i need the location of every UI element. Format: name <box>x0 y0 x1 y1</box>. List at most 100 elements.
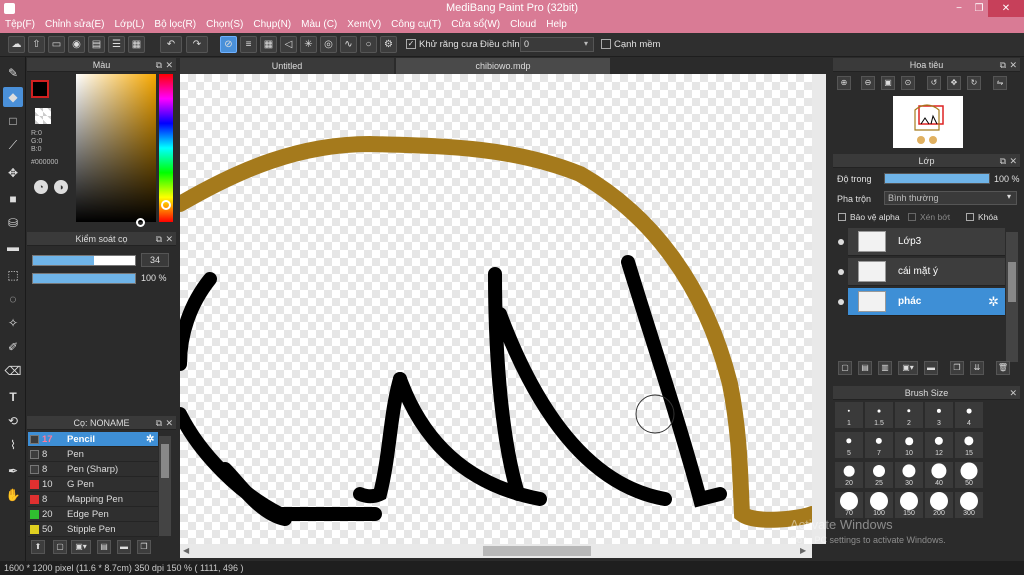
brush-size-cell[interactable]: 200 <box>925 492 953 518</box>
close-button[interactable]: ✕ <box>988 0 1024 17</box>
brush-size-slider[interactable] <box>32 255 136 266</box>
pen-tool-icon[interactable]: ✒ <box>3 461 23 481</box>
brush-size-cell[interactable]: 1.5 <box>865 402 893 428</box>
layer-row[interactable]: phác ✲ <box>848 288 1005 316</box>
popout-icon[interactable]: ⧉ <box>156 232 162 246</box>
hand-tool-icon[interactable]: ✋ <box>3 485 23 505</box>
new-layer-icon[interactable]: ▢ <box>838 361 852 375</box>
eye-icon[interactable] <box>838 269 844 275</box>
new-halftone-layer-icon[interactable]: ▤ <box>858 361 872 375</box>
brush-size-cell[interactable]: 20 <box>835 462 863 488</box>
drawing-canvas[interactable] <box>180 74 812 544</box>
rectangle-tool-icon[interactable]: □ <box>3 111 23 131</box>
scroll-thumb[interactable] <box>483 546 591 556</box>
settings-snap-icon[interactable]: ⚙ <box>380 36 397 53</box>
line-tool-icon[interactable]: ⟋ <box>3 135 23 155</box>
brush-item[interactable]: 8 Pen <box>28 447 158 462</box>
brush-size-cell[interactable]: 40 <box>925 462 953 488</box>
grid-snap-icon[interactable]: ▦ <box>260 36 277 53</box>
horizontal-scrollbar[interactable]: ◀ ▶ <box>180 544 812 558</box>
fill-rect-tool-icon[interactable]: ■ <box>3 189 23 209</box>
brush-folder-icon[interactable]: ▬ <box>117 540 131 554</box>
saturation-value-picker[interactable] <box>76 74 156 222</box>
menu-color[interactable]: Màu (C) <box>296 17 342 33</box>
brush-opacity-slider[interactable] <box>32 273 136 284</box>
parallel-snap-icon[interactable]: ≡ <box>240 36 257 53</box>
scroll-left-icon[interactable]: ◀ <box>183 546 189 555</box>
adjust-dropdown-icon[interactable]: ▾ <box>584 39 588 48</box>
merge-layer-icon[interactable]: ⇊ <box>970 361 984 375</box>
bucket-tool-icon[interactable]: ⛁ <box>3 213 23 233</box>
duplicate-layer-icon[interactable]: ❐ <box>950 361 964 375</box>
chevron-down-icon[interactable]: ▾ <box>1007 192 1011 201</box>
fit-icon[interactable]: ▣ <box>881 76 895 90</box>
brush-copy-icon[interactable]: ❐ <box>137 540 151 554</box>
brush-size-cell[interactable]: 4 <box>955 402 983 428</box>
brush-size-cell[interactable]: 7 <box>865 432 893 458</box>
popout-icon[interactable]: ⧉ <box>1000 154 1006 168</box>
navigator-thumbnail[interactable] <box>893 96 963 148</box>
brush-size-cell[interactable]: 1 <box>835 402 863 428</box>
menu-file[interactable]: Tệp(F) <box>0 17 40 33</box>
clipping-checkbox[interactable] <box>908 213 916 221</box>
color-settings-icon[interactable]: ◑ <box>54 180 68 194</box>
tab-untitled[interactable]: Untitled <box>180 58 394 74</box>
rotate-right-icon[interactable]: ↻ <box>967 76 981 90</box>
close-icon[interactable]: ✕ <box>165 58 173 72</box>
layer-opacity-slider[interactable] <box>884 173 990 184</box>
eyedropper-tool-icon[interactable]: ⌇ <box>3 435 23 455</box>
radial-snap-icon[interactable]: ✳ <box>300 36 317 53</box>
rotate-left-icon[interactable]: ↺ <box>927 76 941 90</box>
brush-item[interactable]: 20 Edge Pen <box>28 507 158 522</box>
menu-window[interactable]: Cửa sổ(W) <box>446 17 505 33</box>
close-icon[interactable]: ✕ <box>1009 386 1017 400</box>
brush-size-cell[interactable]: 15 <box>955 432 983 458</box>
layer-row[interactable]: Lớp3 <box>848 228 1005 256</box>
gradient-tool-icon[interactable]: ▬ <box>3 237 23 257</box>
smooth-checkbox[interactable] <box>601 39 611 49</box>
brush-size-value[interactable]: 34 <box>141 253 169 267</box>
document-icon[interactable]: ▤ <box>88 36 105 53</box>
protect-alpha-checkbox[interactable] <box>838 213 846 221</box>
brush-item[interactable]: 50 Stipple Pen <box>28 522 158 537</box>
eye-icon[interactable] <box>838 239 844 245</box>
hue-cursor[interactable] <box>161 200 171 210</box>
close-icon[interactable]: ✕ <box>165 416 173 430</box>
brush-size-cell[interactable]: 25 <box>865 462 893 488</box>
select-eraser-tool-icon[interactable]: ⌫ <box>3 361 23 381</box>
adjust-input[interactable]: 0 <box>520 37 594 52</box>
brush-size-cell[interactable]: 2 <box>895 402 923 428</box>
primary-color-swatch[interactable] <box>31 80 49 98</box>
menu-view[interactable]: Xem(V) <box>342 17 386 33</box>
menu-help[interactable]: Help <box>541 17 572 33</box>
scroll-right-icon[interactable]: ▶ <box>800 546 806 555</box>
perspective-snap-icon[interactable]: ◁ <box>280 36 297 53</box>
brush-size-cell[interactable]: 70 <box>835 492 863 518</box>
close-icon[interactable]: ✕ <box>165 232 173 246</box>
zoom-out-icon[interactable]: ⊖ <box>861 76 875 90</box>
magic-wand-tool-icon[interactable]: ✧ <box>3 313 23 333</box>
text-tool-icon[interactable]: T <box>3 387 23 407</box>
brush-item[interactable]: 8 Pen (Sharp) <box>28 462 158 477</box>
actual-size-icon[interactable]: ⊙ <box>901 76 915 90</box>
move-tool-icon[interactable]: ✥ <box>3 163 23 183</box>
brush-menu-icon[interactable]: ▣▾ <box>71 540 91 554</box>
brush-item[interactable]: 8 Mapping Pen <box>28 492 158 507</box>
layer-folder-icon[interactable]: ▬ <box>924 361 938 375</box>
layer-scrollbar[interactable] <box>1006 232 1018 362</box>
eye-icon[interactable] <box>838 299 844 305</box>
brush-doc-icon[interactable]: ▤ <box>97 540 111 554</box>
new-8bit-layer-icon[interactable]: ▥ <box>878 361 892 375</box>
brush-size-cell[interactable]: 100 <box>865 492 893 518</box>
blend-select[interactable]: Bình thường <box>884 191 1017 205</box>
zoom-in-icon[interactable]: ⊕ <box>837 76 851 90</box>
layer-row[interactable]: cái mặt ý <box>848 258 1005 286</box>
brush-item[interactable]: 10 G Pen <box>28 477 158 492</box>
brush-size-cell[interactable]: 10 <box>895 432 923 458</box>
menu-cloud[interactable]: Cloud <box>505 17 541 33</box>
new-brush-icon[interactable]: ▢ <box>53 540 67 554</box>
antialias-checkbox[interactable]: ✓ <box>406 39 416 49</box>
sv-cursor[interactable] <box>136 218 145 227</box>
popout-icon[interactable]: ⧉ <box>156 416 162 430</box>
operation-tool-icon[interactable]: ⟲ <box>3 411 23 431</box>
